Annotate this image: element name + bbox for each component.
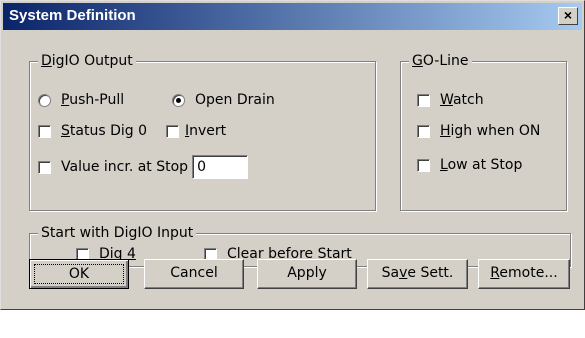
open-drain-label: Open Drain [195, 92, 275, 108]
window-title: System Definition [9, 7, 136, 24]
value-incr-label: Value incr. at Stop [61, 159, 189, 175]
remote-button[interactable]: Remote... [478, 259, 570, 289]
close-button[interactable]: × [558, 7, 578, 25]
ok-button-label: OK [34, 264, 124, 284]
invert-box[interactable] [166, 124, 179, 138]
digio-output-legend: DigIO Output [38, 52, 136, 70]
go-line-group: GO-Line Watch High when ON Low at Stop [400, 52, 567, 211]
high-when-on-label: High when ON [440, 123, 541, 139]
dialog-window: System Definition × DigIO Output Push-Pu… [0, 0, 585, 310]
watch-label: Watch [440, 92, 484, 108]
high-when-on-checkbox[interactable]: High when ON [417, 123, 540, 139]
push-pull-label: Push-Pull [61, 92, 125, 108]
open-drain-radio-indicator[interactable] [172, 93, 185, 107]
invert-label: Invert [185, 123, 227, 139]
status-dig0-box[interactable] [38, 124, 51, 138]
watch-checkbox[interactable]: Watch [417, 92, 484, 108]
invert-checkbox[interactable]: Invert [166, 123, 226, 139]
apply-button[interactable]: Apply [257, 259, 357, 289]
value-incr-box[interactable] [38, 160, 51, 174]
save-settings-button[interactable]: Save Sett. [367, 259, 468, 289]
low-at-stop-label: Low at Stop [440, 157, 523, 173]
high-when-on-box[interactable] [417, 124, 430, 138]
push-pull-radio-indicator[interactable] [38, 93, 51, 107]
push-pull-radio[interactable]: Push-Pull [38, 92, 124, 108]
go-line-legend: GO-Line [409, 52, 472, 70]
digio-output-group: DigIO Output Push-Pull Open Drain Status… [29, 52, 376, 211]
low-at-stop-checkbox[interactable]: Low at Stop [417, 157, 522, 173]
start-input-legend: Start with DigIO Input [38, 224, 197, 242]
cancel-button[interactable]: Cancel [144, 259, 244, 289]
ok-button[interactable]: OK [29, 259, 129, 289]
status-dig0-checkbox[interactable]: Status Dig 0 [38, 123, 147, 139]
title-bar[interactable]: System Definition × [3, 3, 582, 30]
open-drain-radio[interactable]: Open Drain [172, 92, 275, 108]
value-incr-input[interactable]: 0 [192, 155, 249, 179]
watch-box[interactable] [417, 93, 430, 107]
value-incr-checkbox[interactable]: Value incr. at Stop 0 [38, 155, 249, 179]
low-at-stop-box[interactable] [417, 158, 430, 172]
status-dig0-label: Status Dig 0 [61, 123, 147, 139]
